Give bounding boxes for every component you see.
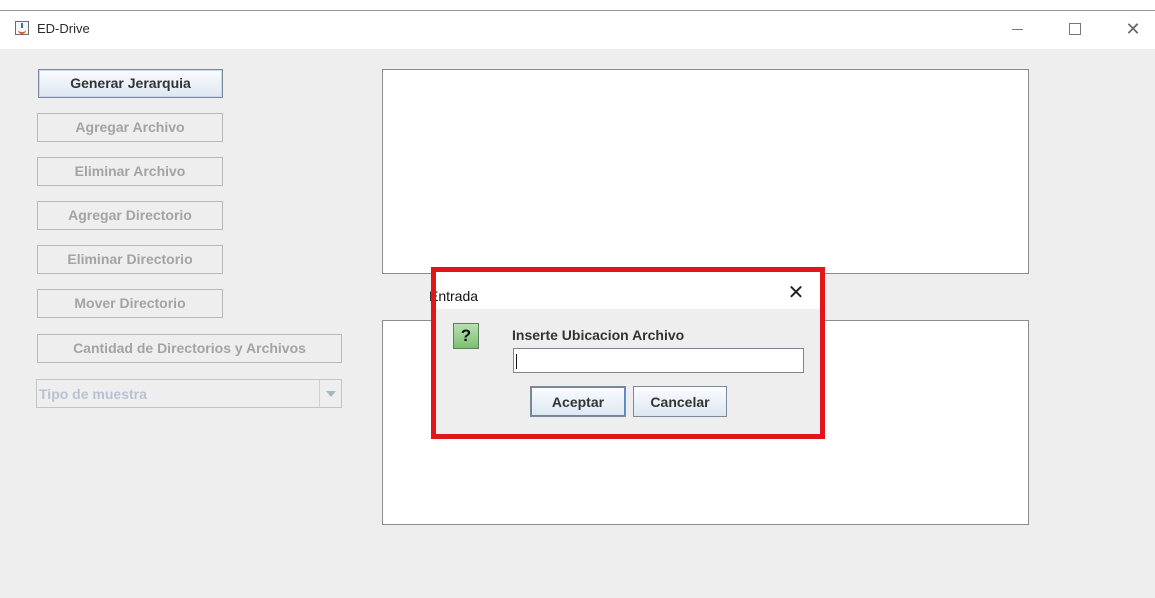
minimize-button[interactable]: [994, 11, 1040, 47]
chevron-down-icon[interactable]: [319, 380, 341, 407]
generar-jerarquia-button[interactable]: Generar Jerarquia: [38, 69, 223, 98]
eliminar-directorio-button[interactable]: Eliminar Directorio: [37, 245, 223, 274]
window-title: ED-Drive: [37, 21, 90, 36]
agregar-archivo-button[interactable]: Agregar Archivo: [37, 113, 223, 142]
maximize-icon: [1069, 23, 1081, 35]
app-window: ED-Drive ✕ Generar Jerarquia Agregar Arc…: [0, 10, 1155, 598]
title-bar: ED-Drive ✕: [0, 11, 1155, 49]
agregar-directorio-button[interactable]: Agregar Directorio: [37, 201, 223, 230]
java-app-icon: [15, 21, 29, 35]
combo-placeholder: Tipo de muestra: [39, 386, 147, 402]
cantidad-directorios-archivos-button[interactable]: Cantidad de Directorios y Archivos: [37, 334, 342, 363]
close-window-button[interactable]: ✕: [1110, 11, 1155, 47]
close-icon: ✕: [1125, 19, 1141, 39]
maximize-button[interactable]: [1052, 11, 1098, 47]
tipo-muestra-combo[interactable]: Tipo de muestra: [36, 379, 342, 408]
hierarchy-text-area[interactable]: [382, 69, 1029, 274]
minimize-icon: [1012, 29, 1023, 30]
mover-directorio-button[interactable]: Mover Directorio: [37, 289, 223, 318]
highlight-box: [431, 267, 825, 439]
eliminar-archivo-button[interactable]: Eliminar Archivo: [37, 157, 223, 186]
